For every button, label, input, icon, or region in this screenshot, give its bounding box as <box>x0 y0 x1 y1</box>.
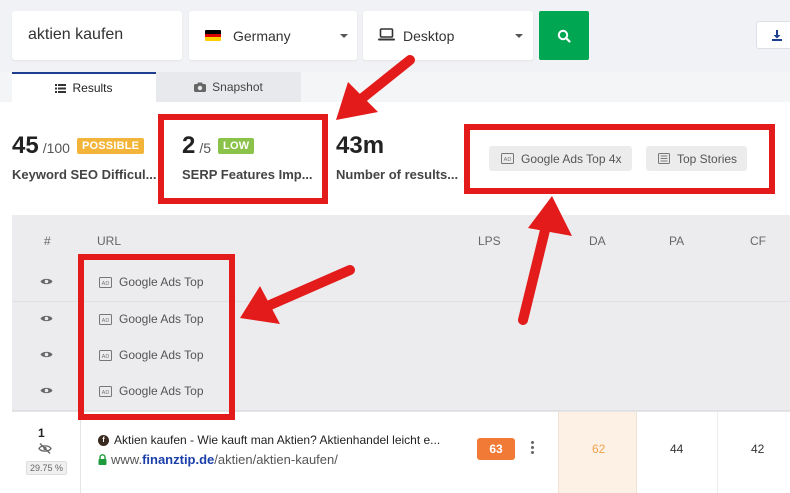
arrow-to-serp-impact <box>336 55 415 120</box>
annotation-arrows <box>240 55 572 325</box>
arrow-to-serp-chips <box>518 196 572 325</box>
arrow-to-ad-rows <box>240 265 355 324</box>
